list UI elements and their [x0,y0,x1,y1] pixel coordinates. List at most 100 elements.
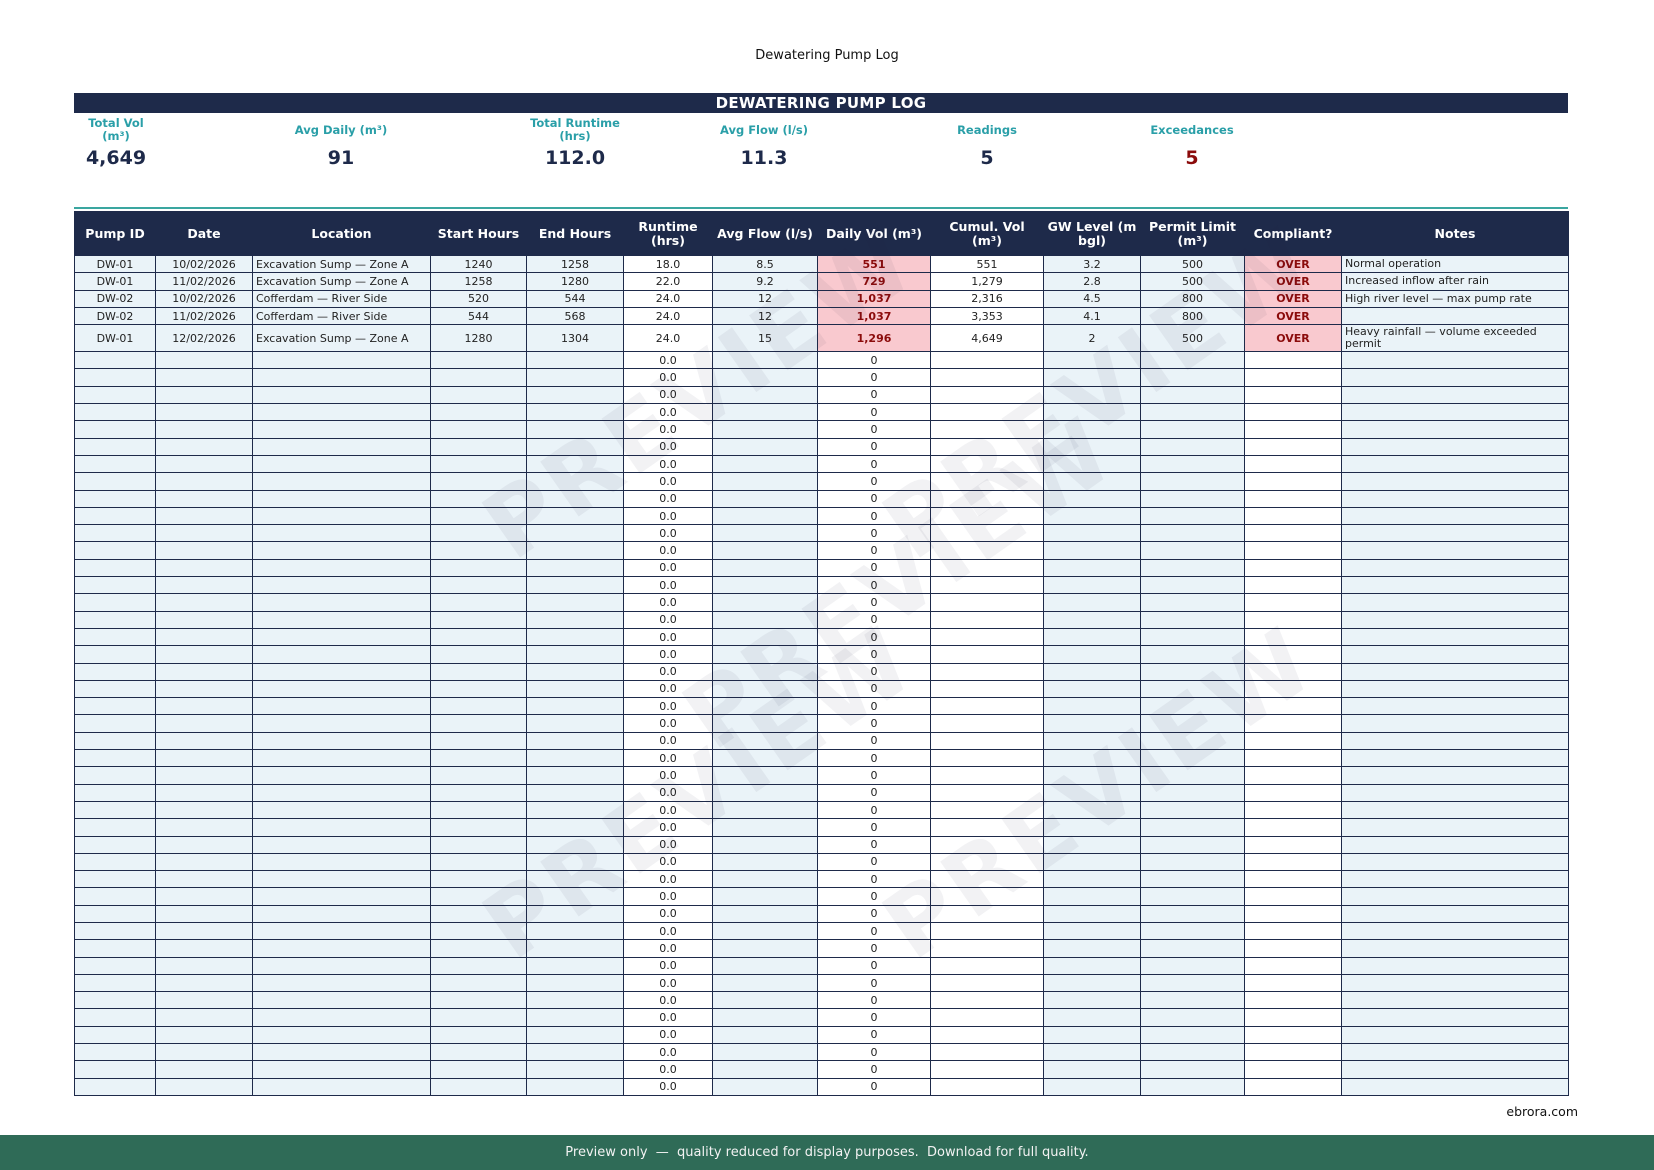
table-cell [252,991,431,1010]
table-cell [252,576,431,595]
site-link[interactable]: ebrora.com [1506,1104,1578,1119]
table-cell [252,489,431,508]
table-cell [430,731,527,751]
table-cell [74,1077,156,1096]
table-cell [526,766,624,785]
table-cell [430,991,527,1010]
table-cell [1043,1060,1141,1079]
table-cell: 0.0 [623,610,713,629]
kpi-label: Avg Flow (l/s) [719,122,809,137]
empty-row: 0.0 0 [74,524,1569,543]
table-cell [1140,368,1245,387]
kpi-summary: Total Vol (m³) 4,649 Avg Daily (m³) 91 T… [74,113,1568,209]
table-cell: 0 [817,921,931,941]
table-cell [526,887,624,906]
table-cell [430,835,527,854]
table-cell: 0.0 [623,870,713,889]
table-cell [930,351,1044,370]
table-cell [1244,1025,1342,1045]
table-cell: 0.0 [623,454,713,474]
table-cell [712,627,818,647]
table-cell [1341,921,1569,941]
empty-row: 0.0 0 [74,541,1569,560]
table-cell [155,731,253,751]
table-cell [252,662,431,681]
table-cell [930,454,1044,474]
table-cell [74,766,156,785]
table-cell [252,921,431,941]
table-cell: 0 [817,714,931,733]
table-cell: 0 [817,835,931,854]
table-cell: 0 [817,472,931,491]
table-cell [712,662,818,681]
table-cell: 0.0 [623,956,713,975]
table-cell [526,576,624,595]
table-cell: 0 [817,489,931,508]
table-cell: 12/02/2026 [155,324,253,353]
table-cell [430,1043,527,1062]
table-cell [526,973,624,993]
table-cell [1244,835,1342,854]
column-header: Location [252,211,431,256]
table-cell [1140,524,1245,543]
table-cell [930,939,1044,958]
table-cell [712,749,818,768]
table-cell: 0 [817,800,931,820]
table-cell [930,610,1044,629]
empty-row: 0.0 0 [74,351,1569,370]
column-header: Start Hours [430,211,527,256]
table-cell: 0 [817,403,931,422]
table-cell: 0.0 [623,593,713,612]
table-cell [526,1008,624,1027]
table-cell [430,420,527,439]
table-cell: 0 [817,627,931,647]
table-cell [712,697,818,716]
empty-row: 0.0 0 [74,783,1569,802]
table-cell [930,766,1044,785]
table-cell [430,472,527,491]
table-cell [155,524,253,543]
table-cell [1341,1025,1569,1045]
table-cell [252,835,431,854]
table-cell [1140,593,1245,612]
table-cell [1244,558,1342,578]
kpi-avg-flow: Avg Flow (l/s) 11.3 [689,113,839,169]
table-cell [1043,593,1141,612]
table-cell: 0.0 [623,766,713,785]
table-cell [1043,627,1141,647]
table-cell [1244,506,1342,526]
table-cell [526,368,624,387]
table-cell: 0.0 [623,973,713,993]
table-cell [930,368,1044,387]
table-cell [712,472,818,491]
table-cell [712,1077,818,1096]
table-cell [712,818,818,837]
table-cell [252,697,431,716]
table-cell [1043,506,1141,526]
table-cell [1140,610,1245,629]
table-cell: 0 [817,697,931,716]
table-cell [74,454,156,474]
table-cell [712,1008,818,1027]
table-cell [74,627,156,647]
table-cell [252,627,431,647]
table-cell [526,1043,624,1062]
empty-row: 0.0 0 [74,627,1569,647]
table-cell [1043,524,1141,543]
table-cell [1043,783,1141,802]
table-cell [1244,1008,1342,1027]
table-cell [1341,403,1569,422]
kpi-label: Readings [957,122,1017,137]
table-cell [1341,887,1569,906]
table-cell [74,437,156,456]
table-cell [930,489,1044,508]
table-cell [1043,731,1141,751]
table-cell [430,766,527,785]
table-row: DW-01 11/02/2026 Excavation Sump — Zone A1… [74,272,1569,291]
table-cell [252,731,431,751]
table-cell [526,749,624,768]
table-cell [155,1043,253,1062]
table-cell [1341,1077,1569,1096]
table-cell [1341,818,1569,837]
table-cell [712,766,818,785]
